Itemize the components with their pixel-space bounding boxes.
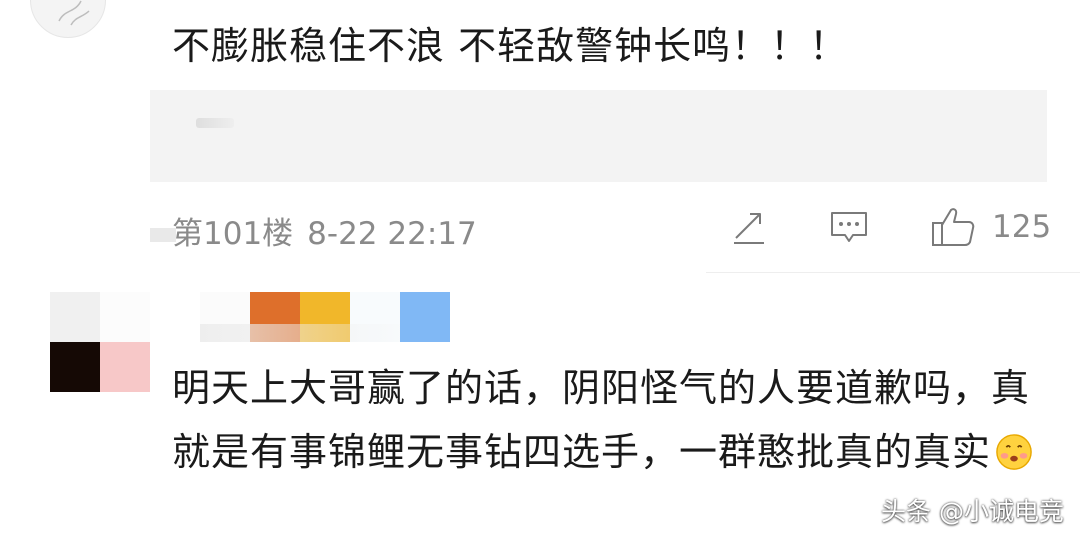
share-button[interactable]	[730, 205, 768, 249]
comment-timestamp: 8-22 22:17	[307, 216, 477, 252]
watermark: 头条 @小诚电竞	[881, 497, 1064, 526]
comment-text: 不膨胀稳住不浪 不轻敌警钟长鸣！！！	[172, 24, 849, 68]
comment-thread: 不膨胀稳住不浪 不轻敌警钟长鸣！！！ 第101楼 8-22 22:17 125	[0, 0, 1080, 542]
comment-text: 明天上大哥赢了的话，阴阳怪气的人要道歉吗，真就是有事锦鲤无事钻四选手，一群憨批真…	[172, 366, 1031, 474]
share-icon	[734, 213, 764, 244]
avatar-tile	[100, 292, 150, 342]
floor-number: 第101楼	[172, 216, 294, 252]
comment-text-block: 明天上大哥赢了的话，阴阳怪气的人要道歉吗，真就是有事锦鲤无事钻四选手，一群憨批真…	[172, 356, 1052, 484]
username-blur	[200, 324, 400, 342]
like-button[interactable]: 125	[930, 205, 1051, 249]
like-count: 125	[992, 209, 1052, 245]
reply-icon	[831, 212, 867, 242]
avatar-tile	[50, 342, 100, 392]
blush-emoji-icon	[996, 434, 1032, 470]
avatar[interactable]	[30, 0, 106, 38]
avatar-tile	[50, 292, 100, 342]
username-tile	[400, 292, 450, 342]
avatar-tile	[100, 342, 150, 392]
quoted-reply-blurred-text	[196, 118, 234, 128]
reply-button[interactable]	[829, 205, 869, 249]
like-icon	[932, 208, 975, 246]
avatar-pixelated[interactable]	[50, 292, 150, 392]
avatar-sketch-icon	[58, 0, 90, 26]
quoted-reply-box[interactable]	[150, 90, 1047, 182]
comment-meta: 第101楼 8-22 22:17	[172, 208, 477, 253]
divider	[706, 272, 1080, 273]
